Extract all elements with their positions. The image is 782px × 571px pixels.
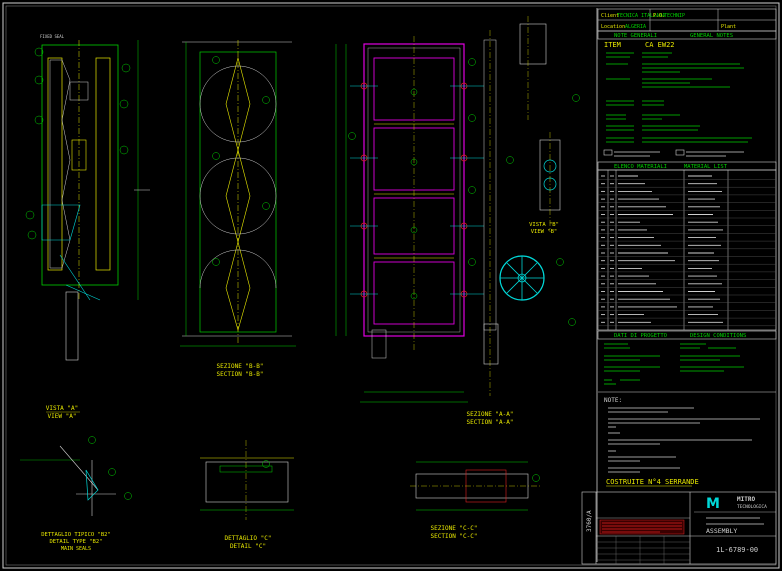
notes-lines [608, 407, 760, 473]
plant-label: Plant [721, 24, 736, 30]
location-label: Location [601, 24, 625, 30]
item-label: ITEM [604, 41, 621, 49]
section-aa-label-it: SEZIONE "A-A" [467, 411, 514, 418]
detail-b2-label-it: DETTAGLIO TIPICO "B2" [41, 532, 111, 538]
design-heading-en: DESIGN CONDITIONS [690, 333, 746, 339]
build-note: COSTRUITE N°4 SERRANDE [606, 478, 699, 486]
item-value: CA EW22 [645, 41, 675, 49]
material-list-table: ELENCO MATERIALI MATERIAL LIST [597, 161, 777, 331]
po-value: TECHNIP [664, 13, 685, 19]
design-conditions-section: DATI DI PROGETTO DESIGN CONDITIONS [597, 330, 777, 393]
cad-drawing: Client TECNICA ITALIANA P.O. TECHNIP Loc… [2, 2, 780, 569]
view-b-label-it: VISTA "B" [529, 222, 559, 228]
general-notes-section: NOTE GENERALI GENERAL NOTES ITEM CA EW22 [597, 30, 777, 157]
section-b-b-view: SEZIONE "B-B" SECTION "B-B" [180, 40, 296, 378]
company-sub: TECNOLOGICA [737, 504, 767, 510]
detail-c-label-en: DETAIL "C" [230, 543, 266, 550]
detail-b2-label-en: DETAIL TYPE "B2" [50, 539, 103, 545]
notes-text-lines [606, 52, 752, 143]
section-cc-label-it: SEZIONE "C-C" [431, 525, 478, 532]
section-aa-label-en: SECTION "A-A" [467, 419, 514, 426]
section-c-c: SEZIONE "C-C" SECTION "C-C" [410, 461, 540, 540]
legend-symbols [603, 149, 744, 157]
section-cc-label-en: SECTION "C-C" [431, 533, 478, 540]
design-heading-it: DATI DI PROGETTO [614, 333, 667, 339]
section-bb-label-it: SEZIONE "B-B" [217, 363, 264, 370]
materials-heading-en: MATERIAL LIST [684, 164, 728, 170]
notes-heading-en: GENERAL NOTES [690, 33, 733, 39]
notes-heading-it: NOTE GENERALI [614, 33, 657, 39]
company-logo-icon: M [706, 496, 720, 512]
location-value: ALGERIA [625, 24, 646, 30]
detail-b2-sub: MAIN SEALS [61, 546, 91, 552]
detail-b2: DETTAGLIO TIPICO "B2" DETAIL TYPE "B2" M… [20, 436, 132, 552]
assembly-title: ASSEMBLY [706, 527, 737, 535]
company-name: MITRO [737, 496, 755, 503]
drawing-number: 1L-6789-00 [716, 546, 758, 554]
title-block-header: Client TECNICA ITALIANA P.O. TECHNIP Loc… [597, 8, 777, 32]
notes-block: NOTE: COSTRUITE N°4 SERRANDE [604, 397, 760, 487]
view-a-label-en: VIEW "A" [48, 413, 77, 420]
actuator-handwheel: VISTA "B" VIEW "B" SEZIONE "A-A" SECTION… [467, 16, 580, 426]
side-code: 3760/A [586, 510, 593, 532]
view-a-label-it: VISTA "A" [46, 405, 79, 412]
design-text-lines [604, 343, 744, 385]
section-bb-label-en: SECTION "B-B" [217, 371, 264, 378]
front-view-damper [335, 36, 484, 403]
notes-heading: NOTE: [604, 397, 622, 404]
svg-text:FIXED SEAL: FIXED SEAL [40, 34, 65, 39]
detail-c-label-it: DETTAGLIO "C" [225, 535, 272, 542]
detail-c: DETTAGLIO "C" DETAIL "C" [200, 440, 294, 550]
title-cartouche: 3760/A M MITRO TECNOLOGICA ASSEMBLY 1L-6… [581, 491, 777, 565]
materials-heading-it: ELENCO MATERIALI [614, 164, 667, 170]
material-rows [598, 175, 776, 326]
section-a-a-view: FIXED SEAL VISTA "A" VIEW "A" [25, 34, 150, 420]
view-b-label-en: VIEW "B" [531, 229, 558, 235]
